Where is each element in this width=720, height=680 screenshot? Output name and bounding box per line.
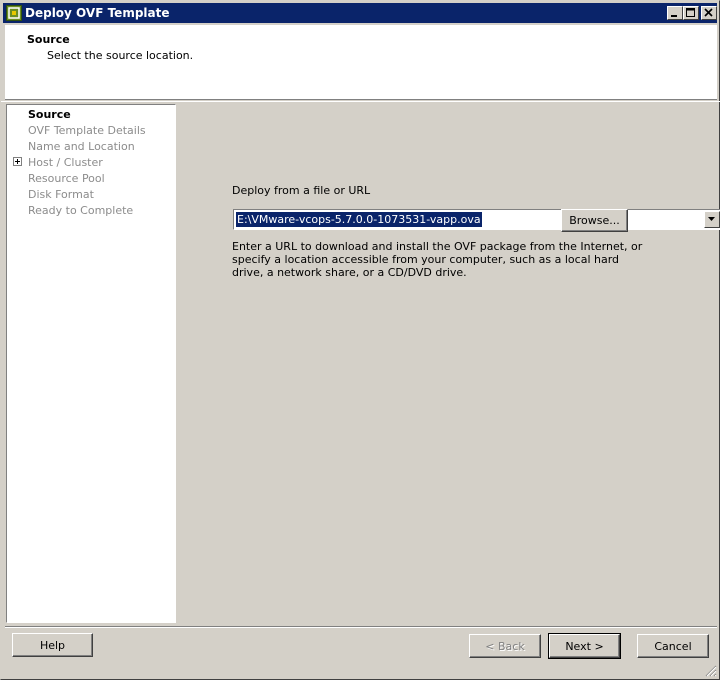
step-disk-format: Disk Format xyxy=(28,188,94,201)
page-subtitle: Select the source location. xyxy=(47,49,194,62)
help-button[interactable]: Help xyxy=(12,633,93,657)
wizard-header: Source Select the source location. xyxy=(5,25,717,100)
source-location-value[interactable]: E:\VMware-vcops-5.7.0.0-1073531-vapp.ova xyxy=(236,212,482,227)
source-location-combobox[interactable]: E:\VMware-vcops-5.7.0.0-1073531-vapp.ova xyxy=(233,209,720,230)
expand-icon[interactable] xyxy=(13,157,22,166)
dropdown-button[interactable] xyxy=(704,211,720,228)
step-resource-pool: Resource Pool xyxy=(28,172,105,185)
step-ovf-template-details: OVF Template Details xyxy=(28,124,146,137)
window-title: Deploy OVF Template xyxy=(25,6,170,20)
cancel-button[interactable]: Cancel xyxy=(637,634,709,658)
next-button[interactable]: Next > xyxy=(548,633,621,659)
back-button[interactable]: < Back xyxy=(469,634,541,658)
close-icon xyxy=(704,8,713,17)
minimize-icon xyxy=(671,15,677,17)
deploy-ovf-dialog: Deploy OVF Template Source Select the so… xyxy=(0,0,720,680)
minimize-button[interactable] xyxy=(667,6,683,20)
dropdown-arrow-icon xyxy=(708,217,715,221)
source-panel: Deploy from a file or URL E:\VMware-vcop… xyxy=(177,104,720,623)
source-help-text: Enter a URL to download and install the … xyxy=(232,240,643,279)
step-ready-to-complete: Ready to Complete xyxy=(28,204,134,217)
browse-button[interactable]: Browse... xyxy=(561,209,628,232)
deploy-from-label: Deploy from a file or URL xyxy=(232,184,371,197)
step-source[interactable]: Source xyxy=(28,108,71,121)
wizard-steps-nav: Source OVF Template Details Name and Loc… xyxy=(6,104,176,623)
resize-grip-icon[interactable] xyxy=(705,665,717,677)
close-button[interactable] xyxy=(701,6,717,20)
maximize-button[interactable] xyxy=(683,6,699,20)
ovf-app-icon xyxy=(6,5,22,21)
footer-divider xyxy=(5,626,717,628)
header-divider xyxy=(1,101,720,102)
page-title: Source xyxy=(27,33,70,46)
step-host-cluster: Host / Cluster xyxy=(28,156,103,169)
maximize-icon xyxy=(686,8,695,17)
title-bar[interactable]: Deploy OVF Template xyxy=(3,3,717,23)
step-name-and-location: Name and Location xyxy=(28,140,135,153)
